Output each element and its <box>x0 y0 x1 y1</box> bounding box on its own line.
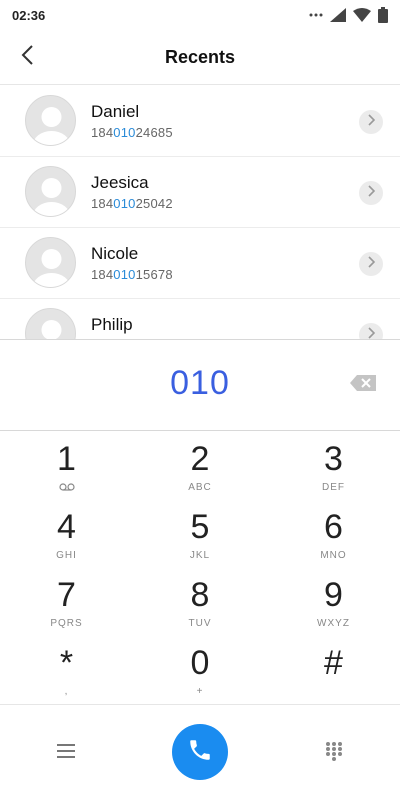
call-button[interactable] <box>172 724 228 780</box>
backspace-icon <box>350 374 376 396</box>
key-letters: JKL <box>189 549 211 561</box>
contact-detail-button[interactable] <box>359 323 383 339</box>
key-letters: GHI <box>56 549 77 561</box>
key-digit: * <box>59 644 74 682</box>
key-star[interactable]: * , <box>0 636 133 704</box>
key-0[interactable]: 0 + <box>133 636 267 704</box>
battery-icon <box>378 7 388 23</box>
key-digit: 8 <box>190 576 210 614</box>
key-digit: 5 <box>190 508 210 546</box>
menu-button[interactable] <box>54 741 78 765</box>
recents-list: Daniel 18401024685 Jeesica 18401025042 N… <box>0 86 400 339</box>
key-7[interactable]: 7 PQRS <box>0 568 133 636</box>
avatar <box>25 166 76 217</box>
contact-detail-button[interactable] <box>359 110 383 134</box>
key-digit: 7 <box>57 576 76 614</box>
key-8[interactable]: 8 TUV <box>133 568 267 636</box>
backspace-button[interactable] <box>348 374 378 396</box>
key-9[interactable]: 9 WXYZ <box>267 568 400 636</box>
contact-name: Daniel <box>91 102 140 121</box>
key-digit: # <box>324 644 343 682</box>
key-letters: + <box>196 685 204 697</box>
key-letters: , <box>64 685 69 697</box>
menu-icon <box>57 743 75 763</box>
key-digit: 2 <box>190 440 210 478</box>
key-letters: PQRS <box>50 617 83 629</box>
avatar <box>25 237 76 288</box>
list-item[interactable]: Daniel 18401024685 <box>0 86 400 157</box>
keypad: 1 2 ABC 3 DEF 4 GHI 5 JKL 6 MNO 7 PQRS 8… <box>0 432 400 704</box>
key-5[interactable]: 5 JKL <box>133 500 267 568</box>
chevron-right-icon <box>367 113 376 131</box>
key-1[interactable]: 1 <box>0 432 133 500</box>
contact-name: Jeesica <box>91 173 149 192</box>
key-3[interactable]: 3 DEF <box>267 432 400 500</box>
avatar <box>25 308 76 339</box>
key-letters: DEF <box>322 481 345 493</box>
key-digit: 0 <box>190 644 210 682</box>
contact-number: 18401015678 <box>91 267 173 282</box>
more-dots-icon <box>309 13 323 17</box>
header: Recents <box>0 30 400 85</box>
status-time: 02:36 <box>12 7 46 23</box>
key-digit: 9 <box>324 576 343 614</box>
chevron-left-icon <box>20 44 34 71</box>
key-hash[interactable]: # <box>267 636 400 704</box>
key-digit: 6 <box>324 508 343 546</box>
chevron-right-icon <box>367 326 376 339</box>
key-digit: 3 <box>324 440 343 478</box>
key-letters: MNO <box>320 549 347 561</box>
contact-number: 18401024685 <box>91 125 173 140</box>
signal-icon <box>330 8 346 22</box>
key-letters: WXYZ <box>317 617 350 629</box>
page-title: Recents <box>164 46 236 67</box>
contact-name: Philip <box>91 315 133 334</box>
key-letters: TUV <box>188 617 212 629</box>
dialpad-icon <box>325 741 343 766</box>
key-2[interactable]: 2 ABC <box>133 432 267 500</box>
list-item[interactable]: Jeesica 18401025042 <box>0 157 400 228</box>
back-button[interactable] <box>12 42 42 72</box>
list-item[interactable]: Nicole 18401015678 <box>0 228 400 299</box>
key-letters: ABC <box>188 481 212 493</box>
chevron-right-icon <box>367 255 376 273</box>
phone-icon <box>187 737 213 768</box>
status-bar: 02:36 <box>0 0 400 30</box>
contact-number: 18401025042 <box>91 196 173 211</box>
contact-detail-button[interactable] <box>359 252 383 276</box>
key-6[interactable]: 6 MNO <box>267 500 400 568</box>
voicemail-icon <box>58 481 75 493</box>
status-icons <box>309 7 388 23</box>
chevron-right-icon <box>367 184 376 202</box>
contact-name: Nicole <box>91 244 139 263</box>
dialpad-button[interactable] <box>322 741 346 765</box>
key-digit: 1 <box>57 440 76 478</box>
contact-detail-button[interactable] <box>359 181 383 205</box>
key-4[interactable]: 4 GHI <box>0 500 133 568</box>
list-item[interactable]: Philip <box>0 299 400 339</box>
key-digit: 4 <box>57 508 76 546</box>
wifi-icon <box>353 8 371 22</box>
dial-display: 010 <box>0 339 400 431</box>
bottom-bar <box>0 704 400 800</box>
avatar <box>25 95 76 146</box>
dialed-number[interactable]: 010 <box>0 364 400 403</box>
